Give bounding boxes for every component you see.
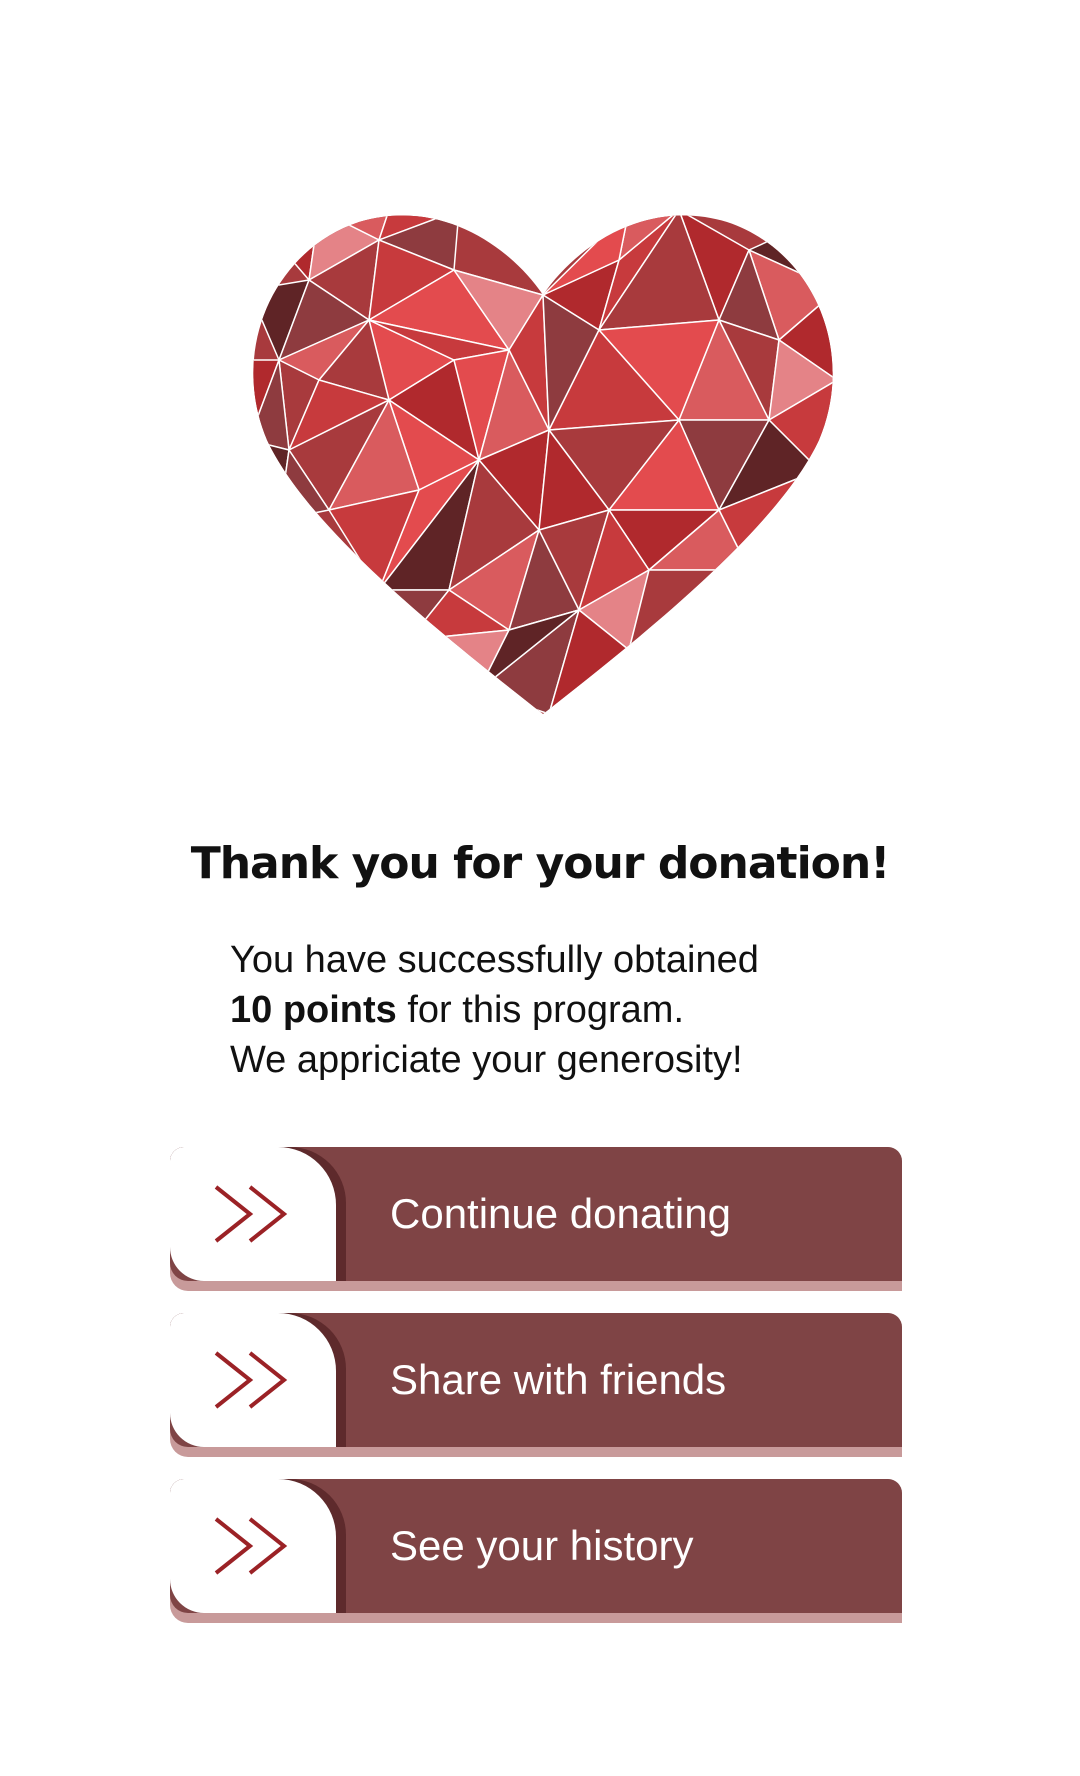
message-line-2-rest: for this program. — [396, 989, 685, 1031]
action-buttons: Continue donating Share with friends See… — [170, 1147, 902, 1645]
share-with-friends-button[interactable]: Share with friends — [170, 1313, 902, 1457]
button-label: Continue donating — [390, 1190, 731, 1237]
double-chevron-right-icon — [214, 1185, 288, 1243]
points-earned: 10 points — [230, 989, 397, 1031]
button-label: See your history — [390, 1522, 694, 1569]
button-body: Share with friends — [170, 1313, 902, 1447]
double-chevron-right-icon — [214, 1517, 288, 1575]
donation-message: You have successfully obtained 10 points… — [230, 935, 930, 1085]
message-line-3: We appriciate your generosity! — [230, 1039, 743, 1081]
button-body: See your history — [170, 1479, 902, 1613]
double-chevron-right-icon — [214, 1351, 288, 1409]
polygonal-heart-icon — [249, 210, 837, 714]
see-your-history-button[interactable]: See your history — [170, 1479, 902, 1623]
message-line-1: You have successfully obtained — [230, 939, 759, 981]
button-body: Continue donating — [170, 1147, 902, 1281]
button-label: Share with friends — [390, 1356, 727, 1403]
thank-you-title: Thank you for your donation! — [190, 838, 891, 889]
message-line-2: 10 points for this program. — [230, 985, 930, 1035]
continue-donating-button[interactable]: Continue donating — [170, 1147, 902, 1291]
